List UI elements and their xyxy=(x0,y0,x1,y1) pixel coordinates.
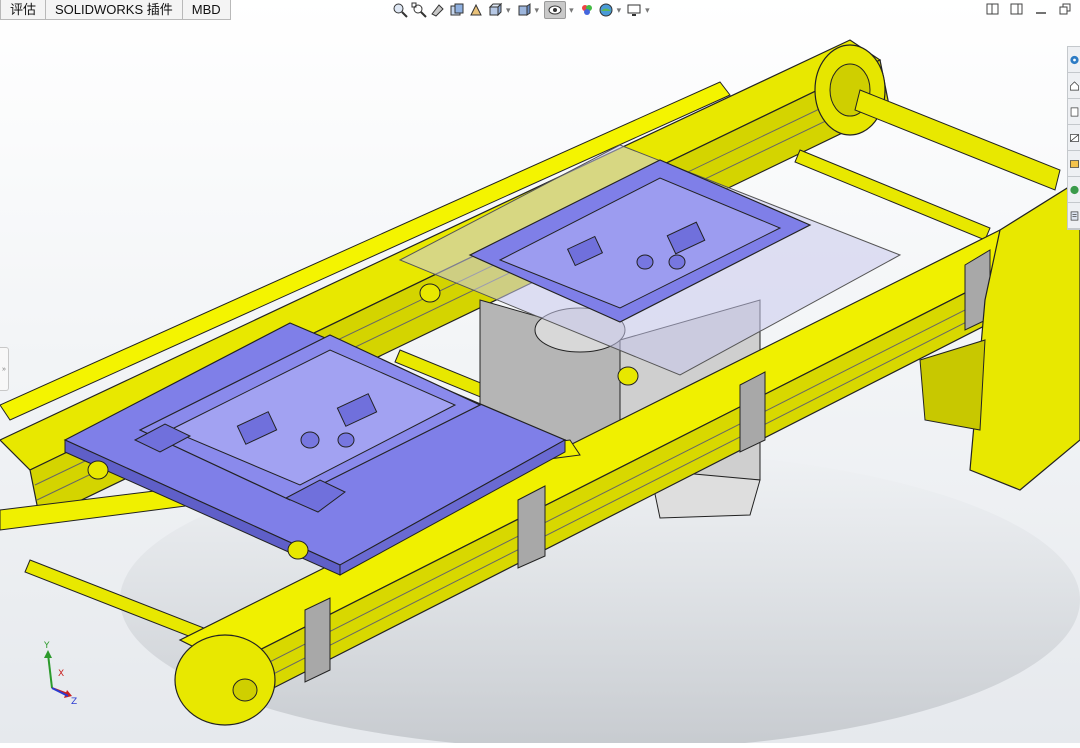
restore-icon[interactable] xyxy=(1058,2,1072,16)
task-appearances[interactable] xyxy=(1068,151,1080,177)
file-explorer-icon xyxy=(1070,107,1079,116)
window-controls xyxy=(986,2,1072,16)
task-design-library[interactable] xyxy=(1068,73,1080,99)
document-icon xyxy=(1070,211,1079,220)
task-resources[interactable] xyxy=(1068,47,1080,73)
apply-scene-icon[interactable] xyxy=(598,2,614,18)
hide-show-items-icon[interactable] xyxy=(544,1,567,19)
task-pane-tabs xyxy=(1067,46,1080,230)
task-view-palette[interactable] xyxy=(1068,125,1080,151)
front-pulley xyxy=(174,634,276,726)
tab-mbd[interactable]: MBD xyxy=(181,0,231,20)
solidworks-resources-icon xyxy=(1070,55,1079,64)
dynamic-annotation-icon[interactable] xyxy=(468,2,484,18)
display-style-icon[interactable] xyxy=(516,2,532,18)
previous-view-icon[interactable] xyxy=(430,2,446,18)
view-orientation-icon[interactable] xyxy=(487,2,503,18)
task-file-explorer[interactable] xyxy=(1068,99,1080,125)
view-settings-icon[interactable] xyxy=(626,2,642,18)
conveyor-model[interactable] xyxy=(0,0,1080,748)
task-custom-properties[interactable] xyxy=(1068,177,1080,203)
back-pulley xyxy=(814,44,886,136)
tile-left-icon[interactable] xyxy=(986,2,1000,16)
edit-appearance-icon[interactable] xyxy=(579,2,595,18)
feature-manager-collapse-handle[interactable]: » xyxy=(0,347,9,391)
section-view-icon[interactable] xyxy=(449,2,465,18)
tile-right-icon[interactable] xyxy=(1010,2,1024,16)
triad-x-label: X xyxy=(58,669,64,679)
tab-evaluate[interactable]: 评估 xyxy=(0,0,47,20)
minimize-icon[interactable] xyxy=(1034,2,1048,16)
reference-triad: Y X Z xyxy=(43,641,77,707)
heads-up-view-toolbar: ▾ ▾ ▾ ▾ ▾ xyxy=(392,0,652,20)
zoom-to-fit-icon[interactable] xyxy=(392,2,408,18)
task-document[interactable] xyxy=(1068,203,1080,229)
tab-solidworks-addins[interactable]: SOLIDWORKS 插件 xyxy=(45,0,183,20)
custom-properties-icon xyxy=(1070,185,1079,194)
zoom-to-area-icon[interactable] xyxy=(411,2,427,18)
view-palette-icon xyxy=(1070,133,1079,142)
graphics-area[interactable] xyxy=(0,0,1080,748)
chevron-right-icon: » xyxy=(2,365,6,373)
triad-y-label: Y xyxy=(43,641,50,651)
command-manager-tabs: 评估 SOLIDWORKS 插件 MBD xyxy=(0,0,231,20)
design-library-icon xyxy=(1070,80,1079,90)
appearances-icon xyxy=(1070,159,1079,168)
triad-z-label: Z xyxy=(71,697,77,707)
